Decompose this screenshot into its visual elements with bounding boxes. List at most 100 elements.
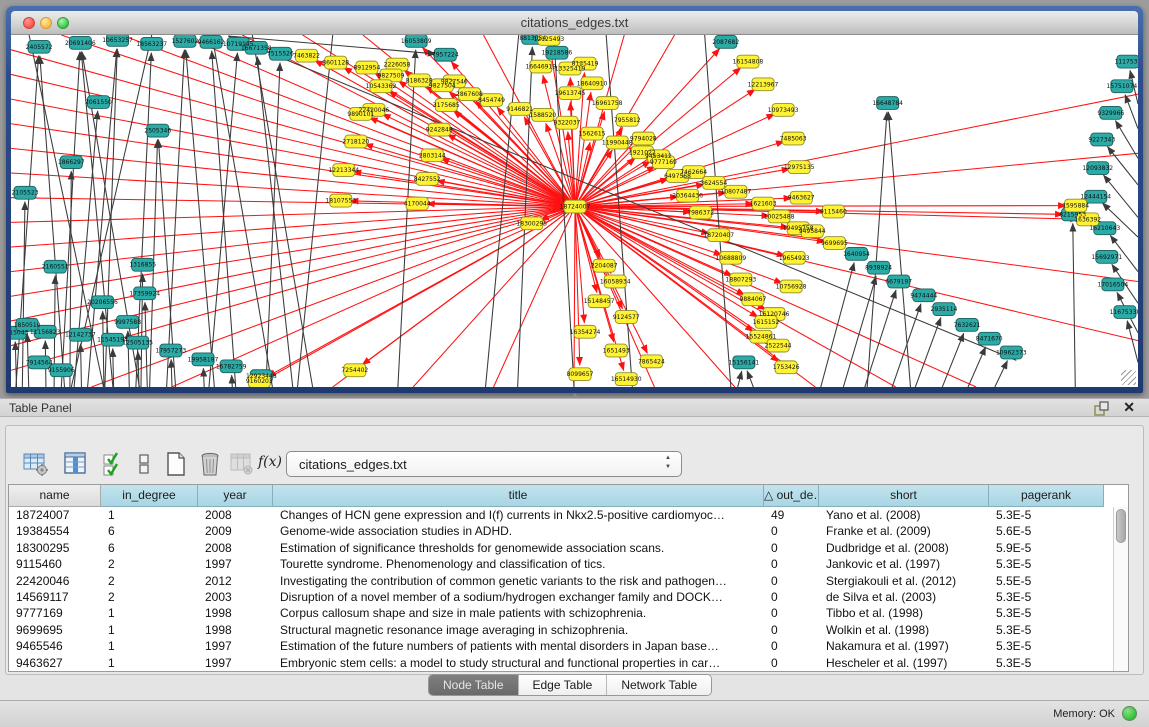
table-cell: 1 — [101, 605, 198, 621]
table-row[interactable]: 1830029562008Estimation of significance … — [9, 540, 1109, 556]
table-cell: Embryonic stem cells: a model to study s… — [273, 655, 764, 671]
column-header-title[interactable]: title — [273, 485, 764, 507]
column-header-pagerank[interactable]: pagerank — [989, 485, 1104, 507]
column-visibility-icon[interactable] — [62, 450, 90, 478]
table-cell: 49 — [764, 507, 819, 523]
graph-node-label: 20364436 — [672, 193, 703, 200]
table-row[interactable]: 1938455462009Genome-wide association stu… — [9, 523, 1109, 539]
table-row[interactable]: 2242004622012Investigating the contribut… — [9, 573, 1109, 589]
table-selector-value: citations_edges.txt — [299, 457, 407, 472]
table-cell: 5.3E-5 — [989, 605, 1104, 621]
graph-node-label: 15692971 — [1091, 254, 1122, 261]
table-row[interactable]: 1872400712008Changes of HCN gene express… — [9, 507, 1109, 523]
graph-edge-red — [11, 50, 575, 207]
graph-node-label: 17359924 — [129, 290, 160, 297]
float-icon[interactable] — [1094, 401, 1109, 416]
table-panel-header: Table Panel ✕ — [0, 398, 1149, 417]
table-cell: 5.3E-5 — [989, 655, 1104, 671]
graph-node-label: 8912954 — [353, 65, 380, 72]
graph-edge-red — [11, 207, 575, 247]
graph-node-label: 7865424 — [638, 358, 665, 365]
function-builder-icon[interactable]: f(x) — [258, 454, 286, 482]
graph-node-label: 16120746 — [759, 311, 790, 318]
new-table-icon[interactable] — [162, 450, 190, 478]
graph-node-label: 16210643 — [1089, 225, 1120, 232]
tab-network-table[interactable]: Network Table — [607, 675, 711, 695]
table-cell: Structural magnetic resonance image aver… — [273, 622, 764, 638]
graph-node-label: 1527602 — [172, 38, 199, 45]
delete-table-icon[interactable] — [228, 450, 256, 478]
graph-node-label: 12975135 — [784, 164, 815, 171]
row-height-icon[interactable] — [130, 450, 158, 478]
delete-rows-icon[interactable] — [196, 450, 224, 478]
graph-node-label: 2105523 — [12, 190, 39, 197]
table-row[interactable]: 969969511998Structural magnetic resonanc… — [9, 622, 1109, 638]
graph-node-label: 1117534 — [1115, 59, 1138, 66]
graph-node-label: 8938924 — [865, 265, 892, 272]
graph-edge-black — [906, 333, 964, 387]
network-window-titlebar[interactable]: citations_edges.txt — [11, 11, 1138, 35]
column-header-name[interactable]: name — [9, 485, 101, 507]
graph-node-label: 19218586 — [542, 50, 573, 57]
column-header-out_de[interactable]: △ out_de… — [764, 485, 819, 507]
graph-node-label: 11545194 — [97, 337, 128, 344]
table-cell: Franke et al. (2009) — [819, 523, 989, 539]
graph-node-label: 15524861 — [746, 334, 777, 341]
network-canvas[interactable]: 2405572206914061065325718563237152760294… — [11, 35, 1138, 387]
table-cell: 1 — [101, 507, 198, 523]
graph-node-label: 18563237 — [136, 41, 167, 48]
graph-node-label: 19654923 — [779, 255, 810, 262]
table-cell: 14569117 — [9, 589, 101, 605]
table-cell: Hescheler et al. (1997) — [819, 655, 989, 671]
table-settings-icon[interactable] — [22, 450, 50, 478]
graph-edge-black — [882, 317, 941, 387]
close-icon[interactable]: ✕ — [1123, 399, 1135, 416]
graph-edge-black — [951, 361, 1007, 387]
table-selector-dropdown[interactable]: citations_edges.txt ▲▼ — [286, 451, 682, 477]
column-header-year[interactable]: year — [198, 485, 273, 507]
graph-edge-black — [1125, 95, 1138, 129]
graph-node-label: 1850510 — [14, 322, 41, 329]
memory-status-label: Memory: OK — [1053, 708, 1115, 720]
graph-node-label: 3915043 — [11, 330, 29, 337]
scrollbar-thumb[interactable] — [1116, 509, 1126, 543]
tab-node-table[interactable]: Node Table — [429, 675, 519, 695]
table-row[interactable]: 911546021997Tourette syndrome. Phenomeno… — [9, 556, 1109, 572]
graph-node-label: 17016504 — [1098, 281, 1129, 288]
table-row[interactable]: 977716911998Corpus callosum shape and si… — [9, 605, 1109, 621]
tab-edge-table[interactable]: Edge Table — [519, 675, 608, 695]
table-row[interactable]: 946554611997Estimation of the future num… — [9, 638, 1109, 654]
graph-node-label: 1636392 — [1074, 216, 1101, 223]
column-select-icon[interactable] — [100, 450, 128, 478]
network-window[interactable]: citations_edges.txt 24055722069140610653… — [6, 6, 1143, 393]
graph-edge-red — [494, 207, 575, 387]
table-cell: 1 — [101, 655, 198, 671]
table-cell: 1997 — [198, 638, 273, 654]
graph-edge-red — [364, 144, 575, 207]
graph-node-label: 12125493 — [534, 36, 565, 43]
status-bar: Memory: OK — [0, 700, 1149, 727]
graph-node-label: 9699695 — [821, 240, 848, 247]
table-cell: 0 — [764, 573, 819, 589]
table-tabs: Node TableEdge TableNetwork Table — [428, 674, 712, 696]
vertical-scrollbar[interactable] — [1113, 507, 1128, 671]
column-header-short[interactable]: short — [819, 485, 989, 507]
table-row[interactable]: 946362711997Embryonic stem cells: a mode… — [9, 655, 1109, 671]
graph-node-label: 1595884 — [1062, 203, 1089, 210]
column-header-in_degree[interactable]: in_degree — [101, 485, 198, 507]
graph-node-label: 9794028 — [630, 136, 657, 143]
graph-node-label: 9115460 — [820, 209, 847, 216]
graph-node-label: 9890101 — [347, 111, 374, 118]
table-cell: de Silva et al. (2003) — [819, 589, 989, 605]
application-desktop: citations_edges.txt 24055722069140610653… — [0, 0, 1149, 398]
graph-node-label: 9155906 — [48, 367, 75, 374]
graph-node-label: 11990448 — [602, 139, 633, 146]
graph-node-label: 2204087 — [591, 263, 618, 270]
graph-node-label: 19613745 — [555, 90, 586, 97]
table-cell: Investigating the contribution of common… — [273, 573, 764, 589]
graph-node-label: 20206556 — [87, 299, 118, 306]
graph-node-label: 7957224 — [432, 52, 459, 59]
window-resize-grip[interactable] — [1121, 370, 1136, 385]
table-row[interactable]: 1456911722003Disruption of a novel membe… — [9, 589, 1109, 605]
graph-edge-black — [861, 304, 921, 387]
